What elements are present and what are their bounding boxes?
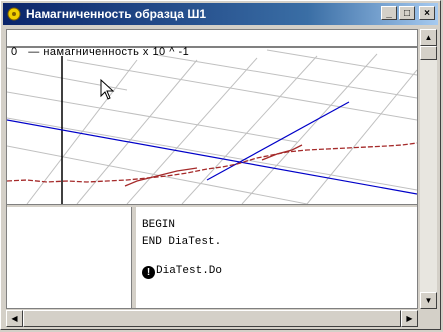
client-area: 0 — намагниченность x 10 ^ -1 BEGIN END … (6, 29, 418, 309)
scrollbar-corner (420, 310, 437, 327)
window-title: Намагниченность образца Ш1 (26, 7, 207, 21)
mouse-cursor-icon (100, 78, 115, 100)
axis-blue-2 (206, 101, 350, 181)
log-line-end: END DiaTest. (142, 236, 222, 248)
title-bar[interactable]: Намагниченность образца Ш1 _ □ × (3, 3, 438, 25)
plot-axis-label: 0 — намагниченность x 10 ^ -1 (11, 46, 190, 58)
app-window: Намагниченность образца Ш1 _ □ × 0 — нам… (0, 0, 441, 330)
horizontal-scroll-thumb[interactable] (23, 310, 401, 327)
left-pane (7, 207, 131, 308)
vertical-scroll-thumb[interactable] (420, 46, 437, 60)
close-button[interactable]: × (419, 6, 435, 20)
scroll-left-button[interactable]: ◀ (6, 310, 23, 327)
maximize-button[interactable]: □ (399, 6, 415, 20)
vertical-scrollbar[interactable]: ▲ ▼ (420, 29, 437, 309)
scroll-right-button[interactable]: ▶ (401, 310, 418, 327)
log-line-warning[interactable]: ! DiaTest.Do (142, 265, 222, 279)
horizontal-scrollbar[interactable]: ◀ ▶ (6, 310, 418, 327)
log-pane[interactable]: BEGIN END DiaTest. ! DiaTest.Do (136, 207, 417, 308)
log-line-begin: BEGIN (142, 219, 176, 231)
scroll-up-button[interactable]: ▲ (420, 29, 437, 46)
axis-blue-1 (7, 119, 417, 195)
warning-text: DiaTest.Do (156, 265, 223, 277)
app-icon (6, 6, 22, 22)
scroll-down-button[interactable]: ▼ (420, 292, 437, 309)
magnetization-curve-tail (261, 144, 303, 161)
minimize-button[interactable]: _ (381, 6, 397, 20)
grid (7, 49, 417, 204)
warning-icon: ! (142, 266, 155, 279)
